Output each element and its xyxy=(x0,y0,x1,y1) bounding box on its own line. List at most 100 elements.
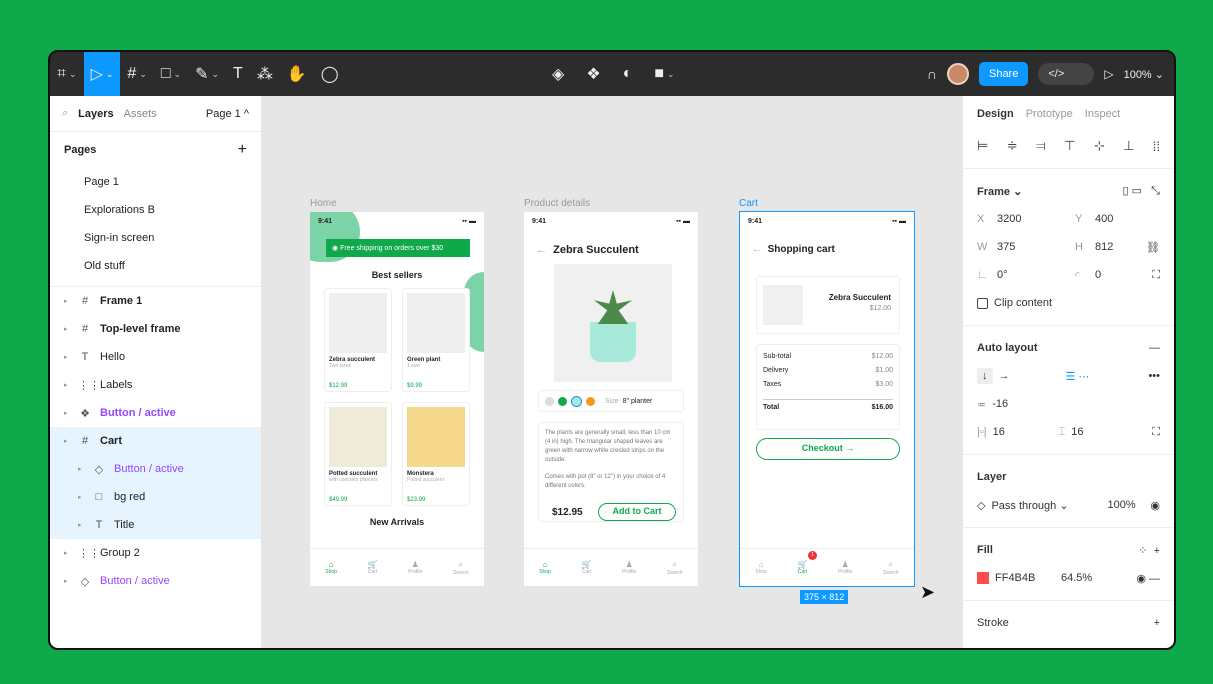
fill-hex[interactable]: FF4B4B xyxy=(995,572,1055,584)
direction-down-icon[interactable]: ↓ xyxy=(977,368,993,384)
tab-prototype[interactable]: Prototype xyxy=(1026,108,1073,120)
orientation-icons[interactable]: ▯ ▭ ⤡ xyxy=(1123,184,1160,198)
tab-inspect[interactable]: Inspect xyxy=(1085,108,1120,120)
nav-item[interactable]: ⌕ Search xyxy=(883,560,899,576)
layer-item[interactable]: ▸ T Hello xyxy=(50,343,261,371)
comment-tool-button[interactable]: ◯ xyxy=(314,52,346,96)
pen-tool-button[interactable]: ✎ ⌄ xyxy=(188,52,226,96)
alignment-grid[interactable]: ☰ ⋯ xyxy=(1066,370,1090,383)
align-center-icon[interactable]: ≑ xyxy=(1007,138,1018,154)
nav-item[interactable]: 🛒 Cart xyxy=(368,560,378,575)
add-fill-icon[interactable]: ⁘ + xyxy=(1138,544,1160,557)
expand-arrow-icon[interactable]: ▸ xyxy=(64,381,70,389)
frame-tool-button[interactable]: # ⌄ xyxy=(120,52,153,96)
frame-label-home[interactable]: Home xyxy=(310,198,337,209)
headphones-icon[interactable]: ∩ xyxy=(927,66,937,82)
cart-frame[interactable]: 9:41 ▪▪ ▬ ← Shopping cart Zebra Succulent… xyxy=(739,211,915,587)
w-field[interactable]: 375 xyxy=(997,241,1069,253)
layer-item[interactable]: ▸ ❖ Button / active xyxy=(50,399,261,427)
search-icon[interactable]: ⌕ xyxy=(62,107,68,120)
blend-dropdown[interactable]: Pass through ⌄ xyxy=(991,499,1101,512)
move-tool-button[interactable]: ▷ ⌄ xyxy=(83,52,121,96)
spacing-field[interactable]: -16 xyxy=(992,398,1008,410)
avatar[interactable] xyxy=(946,63,969,85)
mask-icon[interactable]: ◐ xyxy=(616,52,640,96)
clip-checkbox[interactable] xyxy=(977,297,988,309)
nav-item[interactable]: ♟ Profile xyxy=(408,560,422,575)
layer-item[interactable]: ▸ ◇ Button / active xyxy=(50,455,261,483)
constrain-icon[interactable]: ⛓ xyxy=(1146,241,1160,254)
align-bottom-icon[interactable]: ⊥ xyxy=(1123,138,1134,154)
layer-item[interactable]: ▸ ◇ Button / active xyxy=(50,567,261,595)
x-field[interactable]: 3200 xyxy=(997,213,1069,225)
product-card[interactable]: Monstera Potted succulent $23.99 xyxy=(402,402,470,506)
back-arrow-icon[interactable]: ← xyxy=(752,244,762,255)
expand-arrow-icon[interactable]: ▸ xyxy=(64,437,70,445)
more-icon[interactable]: ••• xyxy=(1148,370,1160,382)
align-left-icon[interactable]: ⊨ xyxy=(977,138,988,154)
component-icon[interactable]: ◈ xyxy=(545,52,571,96)
expand-arrow-icon[interactable]: ▸ xyxy=(78,493,84,501)
frame-label-cart[interactable]: Cart xyxy=(739,198,758,209)
zoom-dropdown[interactable]: 100% ⌄ xyxy=(1124,68,1164,81)
play-icon[interactable]: ▷ xyxy=(1104,67,1113,81)
expand-arrow-icon[interactable]: ▸ xyxy=(64,577,70,585)
variant-picker[interactable]: Size 8" planter xyxy=(538,390,684,412)
layer-item[interactable]: ▸ T Title xyxy=(50,511,261,539)
color-swatch[interactable] xyxy=(558,396,567,406)
layer-item[interactable]: ▸ # Frame 1 xyxy=(50,287,261,315)
nav-item[interactable]: 🛒 Cart xyxy=(798,560,808,575)
canvas[interactable]: Home Product details Cart 9:41 ▪▪ ▬ ◉ Fre… xyxy=(262,96,962,648)
nav-item[interactable]: ♟ Profile xyxy=(622,560,636,575)
nav-item[interactable]: ⌂ Shop xyxy=(539,560,551,575)
expand-arrow-icon[interactable]: ▸ xyxy=(64,549,70,557)
cart-item[interactable]: Zebra Succulent $12.00 xyxy=(756,276,900,334)
nav-item[interactable]: 🛒 Cart xyxy=(582,560,592,575)
main-menu-button[interactable]: ⌗ ⌄ xyxy=(50,52,84,96)
tab-layers[interactable]: Layers xyxy=(78,108,113,120)
add-stroke-icon[interactable]: + xyxy=(1154,617,1160,629)
expand-arrow-icon[interactable]: ▸ xyxy=(78,521,84,529)
align-middle-icon[interactable]: ⊹ xyxy=(1094,138,1105,154)
share-button[interactable]: Share xyxy=(978,62,1029,86)
pad-h-field[interactable]: 16 xyxy=(993,426,1053,438)
create-component-icon[interactable]: ❖ xyxy=(579,52,607,96)
eye-icon[interactable]: ◉ — xyxy=(1136,572,1160,585)
align-right-icon[interactable]: ⫤ xyxy=(1036,138,1046,154)
nav-item[interactable]: ♟ Profile xyxy=(838,560,852,575)
layer-item[interactable]: ▸ ⋮⋮ Labels xyxy=(50,371,261,399)
nav-item[interactable]: ⌕ Search xyxy=(453,560,469,576)
opacity-field[interactable]: 100% xyxy=(1107,499,1135,511)
size-select[interactable]: 8" planter xyxy=(623,398,653,405)
page-picker[interactable]: Page 1 ^ xyxy=(206,108,249,120)
resources-tool-button[interactable]: ⁂ xyxy=(250,52,280,96)
tab-assets[interactable]: Assets xyxy=(124,108,157,120)
checkout-button[interactable]: Checkout → xyxy=(756,438,900,460)
align-top-icon[interactable]: ⊤ xyxy=(1064,138,1075,154)
product-card[interactable]: Green plant 1 size $9.99 xyxy=(402,288,470,392)
product-card[interactable]: Potted succulent with concrete planters $4… xyxy=(324,402,392,506)
eye-icon[interactable]: ◉ xyxy=(1150,499,1160,512)
layer-item[interactable]: ▸ □ bg red xyxy=(50,483,261,511)
color-swatch[interactable] xyxy=(586,396,595,406)
rotation-field[interactable]: 0° xyxy=(997,269,1069,281)
nav-item[interactable]: ⌕ Search xyxy=(667,560,683,576)
product-card[interactable]: Zebra succulent Two sizes $12.99 xyxy=(324,288,392,392)
shape-tool-button[interactable]: □ ⌄ xyxy=(154,52,188,96)
page-item[interactable]: Explorations B xyxy=(50,196,261,224)
distribute-icon[interactable]: ⁞⁞ xyxy=(1153,139,1160,154)
layer-item[interactable]: ▸ ⋮⋮ Group 2 xyxy=(50,539,261,567)
layer-item[interactable]: ▸ # Top-level frame xyxy=(50,315,261,343)
boolean-icon[interactable]: ■ ⌄ xyxy=(647,52,681,96)
h-field[interactable]: 812 xyxy=(1095,241,1113,253)
fill-swatch[interactable] xyxy=(977,572,989,584)
add-to-cart-button[interactable]: Add to Cart xyxy=(598,503,676,521)
shipping-banner[interactable]: ◉ Free shipping on orders over $30 xyxy=(326,239,470,257)
y-field[interactable]: 400 xyxy=(1095,213,1113,225)
direction-right-icon[interactable]: → xyxy=(999,370,1010,382)
expand-arrow-icon[interactable]: ▸ xyxy=(64,409,70,417)
remove-auto-layout-icon[interactable]: — xyxy=(1149,342,1160,354)
frame-dropdown[interactable]: Frame ⌄ xyxy=(977,185,1022,198)
fill-opacity[interactable]: 64.5% xyxy=(1061,572,1092,584)
color-swatch[interactable] xyxy=(545,396,554,406)
